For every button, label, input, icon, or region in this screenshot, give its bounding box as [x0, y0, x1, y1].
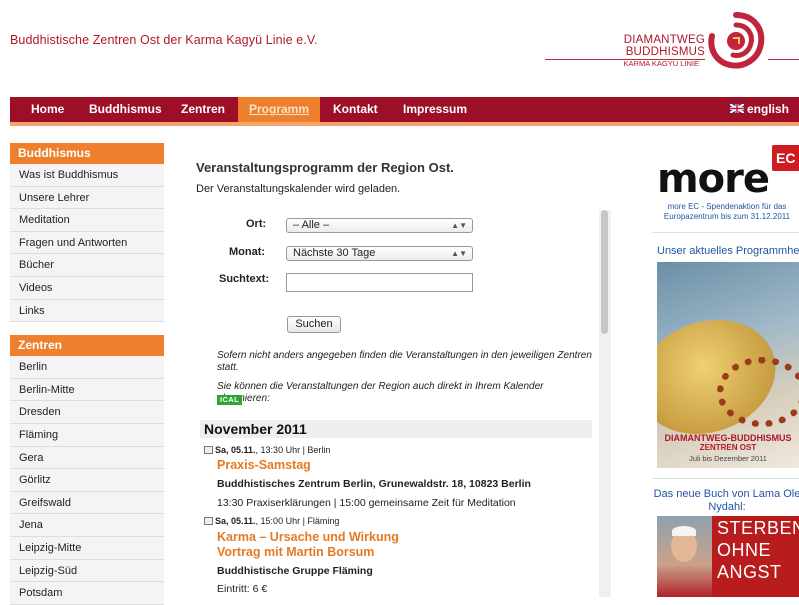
sidebar-item-dresden[interactable]: Dresden: [10, 401, 164, 424]
select-arrows-icon: ▲▼: [451, 249, 467, 258]
select-arrows-icon: ▲▼: [451, 221, 467, 230]
event-time-place: , 13:30 Uhr | Berlin: [255, 445, 331, 455]
sidebar-item-flaeming[interactable]: Fläming: [10, 423, 164, 447]
ort-select-value: – Alle –: [293, 219, 330, 231]
sidebar-item-was-ist-buddhismus[interactable]: Was ist Buddhismus: [10, 164, 164, 187]
ical-badge[interactable]: ICAL: [217, 395, 243, 405]
subscribe-note: Sie können die Veranstaltungen der Regio…: [217, 381, 544, 404]
right-divider: [652, 478, 799, 479]
more-ec-caption[interactable]: more EC - Spendenaktion für das Europaze…: [652, 202, 799, 222]
event-description: Eintritt: 6 €: [217, 583, 268, 595]
brand-divider: [545, 59, 705, 60]
events-scrollbar-thumb[interactable]: [601, 210, 608, 334]
monat-label: Monat:: [229, 246, 266, 258]
event-title-line2: Vortrag mit Martin Borsum: [217, 545, 375, 559]
nav-zentren[interactable]: Zentren: [181, 97, 225, 122]
book-title-line2: OHNE: [717, 540, 772, 560]
sidebar-item-buecher[interactable]: Bücher: [10, 254, 164, 277]
sidebar-item-gera[interactable]: Gera: [10, 446, 164, 470]
sidebar-gap: [10, 322, 164, 336]
poster-title: DIAMANTWEG-BUDDHISMUS: [664, 433, 792, 443]
search-button[interactable]: Suchen: [287, 316, 341, 333]
sidebar-item-goerlitz[interactable]: Görlitz: [10, 469, 164, 492]
loading-message: Der Veranstaltungskalender wird geladen.: [196, 183, 401, 195]
sidebar-item-fragen[interactable]: Fragen und Antworten: [10, 231, 164, 255]
sidebar: Buddhismus Was ist Buddhismus Unsere Leh…: [10, 143, 164, 605]
month-heading: November 2011: [200, 420, 592, 438]
calendar-icon[interactable]: [204, 446, 213, 454]
brand-name: DIAMANTWEG BUDDHISMUS: [623, 34, 705, 58]
event-title[interactable]: Karma – Ursache und Wirkung Vortrag mit …: [217, 530, 399, 560]
nav-underline: [10, 122, 799, 126]
sidebar-heading-zentren[interactable]: Zentren: [10, 335, 164, 357]
nav-impressum[interactable]: Impressum: [403, 97, 467, 122]
monat-select[interactable]: Nächste 30 Tage ▲▼: [286, 246, 473, 261]
event-date-day: Sa, 05.11.: [215, 445, 256, 455]
main-navigation: Home Buddhismus Zentren Programm Kontakt…: [10, 97, 799, 122]
brand-text[interactable]: DIAMANTWEG BUDDHISMUS KARMA KAGYÜ LINIE: [545, 34, 705, 68]
sidebar-item-leipzig-mitte[interactable]: Leipzig-Mitte: [10, 536, 164, 560]
monat-select-value: Nächste 30 Tage: [293, 247, 376, 259]
site-header: Buddhistische Zentren Ost der Karma Kagy…: [0, 0, 799, 96]
nav-home[interactable]: Home: [31, 97, 64, 122]
sidebar-item-leipzig-sued[interactable]: Leipzig-Süd: [10, 559, 164, 583]
book-title-line3: ANGST: [717, 562, 782, 582]
event-title[interactable]: Praxis-Samstag: [217, 458, 311, 473]
author-photo: [657, 516, 712, 597]
organization-title[interactable]: Buddhistische Zentren Ost der Karma Kagy…: [10, 33, 318, 47]
poster-subtitle: ZENTREN OST: [699, 443, 757, 452]
brand-subtitle: KARMA KAGYÜ LINIE: [623, 59, 699, 68]
sidebar-item-potsdam[interactable]: Potsdam: [10, 582, 164, 605]
location-note: Sofern nicht anders angegeben finden die…: [217, 350, 592, 373]
nav-programm[interactable]: Programm: [238, 97, 320, 122]
sidebar-heading-buddhismus[interactable]: Buddhismus: [10, 143, 164, 164]
event-description: 13:30 Praxiserklärungen | 15:00 gemeinsa…: [217, 497, 516, 509]
uk-flag-icon: [729, 104, 744, 113]
event-date: Sa, 05.11., 15:00 Uhr | Fläming: [204, 516, 339, 526]
main-content: Veranstaltungsprogramm der Region Ost. D…: [196, 160, 606, 195]
program-booklet-image[interactable]: DIAMANTWEG-BUDDHISMUS ZENTREN OST Juli b…: [657, 262, 799, 468]
sidebar-item-berlin[interactable]: Berlin: [10, 356, 164, 379]
language-switch[interactable]: english: [729, 97, 789, 122]
sidebar-item-greifswald[interactable]: Greifswald: [10, 491, 164, 515]
book-title-line1: STERBEN: [717, 518, 799, 538]
ort-label: Ort:: [246, 218, 267, 230]
language-label: english: [746, 102, 789, 116]
more-ec-badge[interactable]: EC: [772, 145, 799, 171]
mala-beads-graphic: [717, 357, 799, 427]
poster-dates: Juli bis Dezember 2011: [689, 454, 767, 463]
event-title-line1: Karma – Ursache und Wirkung: [217, 530, 399, 544]
sidebar-item-videos[interactable]: Videos: [10, 276, 164, 300]
calendar-icon[interactable]: [204, 517, 213, 525]
event-date-day: Sa, 05.11.: [215, 516, 256, 526]
diamond-way-logo-icon[interactable]: [706, 11, 766, 71]
suchtext-input[interactable]: [286, 273, 473, 292]
event-location: Buddhistische Gruppe Fläming: [217, 565, 373, 577]
sidebar-item-jena[interactable]: Jena: [10, 514, 164, 537]
nav-buddhismus[interactable]: Buddhismus: [89, 97, 162, 122]
book-heading[interactable]: Das neue Buch von Lama Ole Nydahl:: [652, 488, 799, 514]
sidebar-item-berlin-mitte[interactable]: Berlin-Mitte: [10, 378, 164, 402]
suchtext-label: Suchtext:: [219, 273, 270, 285]
nav-kontakt[interactable]: Kontakt: [333, 97, 378, 122]
ort-select[interactable]: – Alle – ▲▼: [286, 218, 473, 233]
page-title: Veranstaltungsprogramm der Region Ost.: [196, 160, 454, 175]
author-hair: [672, 526, 696, 536]
sidebar-item-unsere-lehrer[interactable]: Unsere Lehrer: [10, 186, 164, 210]
event-time-place: , 15:00 Uhr | Fläming: [255, 516, 340, 526]
brand-divider-right: [768, 59, 799, 60]
more-ec-logo-text[interactable]: more: [657, 156, 770, 202]
book-cover-image[interactable]: STERBEN OHNE ANGST: [657, 516, 799, 597]
event-location: Buddhistisches Zentrum Berlin, Grunewald…: [217, 478, 531, 490]
program-booklet-heading[interactable]: Unser aktuelles Programmheft: [657, 245, 799, 257]
sidebar-item-meditation[interactable]: Meditation: [10, 209, 164, 232]
event-date: Sa, 05.11., 13:30 Uhr | Berlin: [204, 445, 330, 455]
sidebar-item-links[interactable]: Links: [10, 299, 164, 323]
right-divider: [652, 232, 799, 233]
